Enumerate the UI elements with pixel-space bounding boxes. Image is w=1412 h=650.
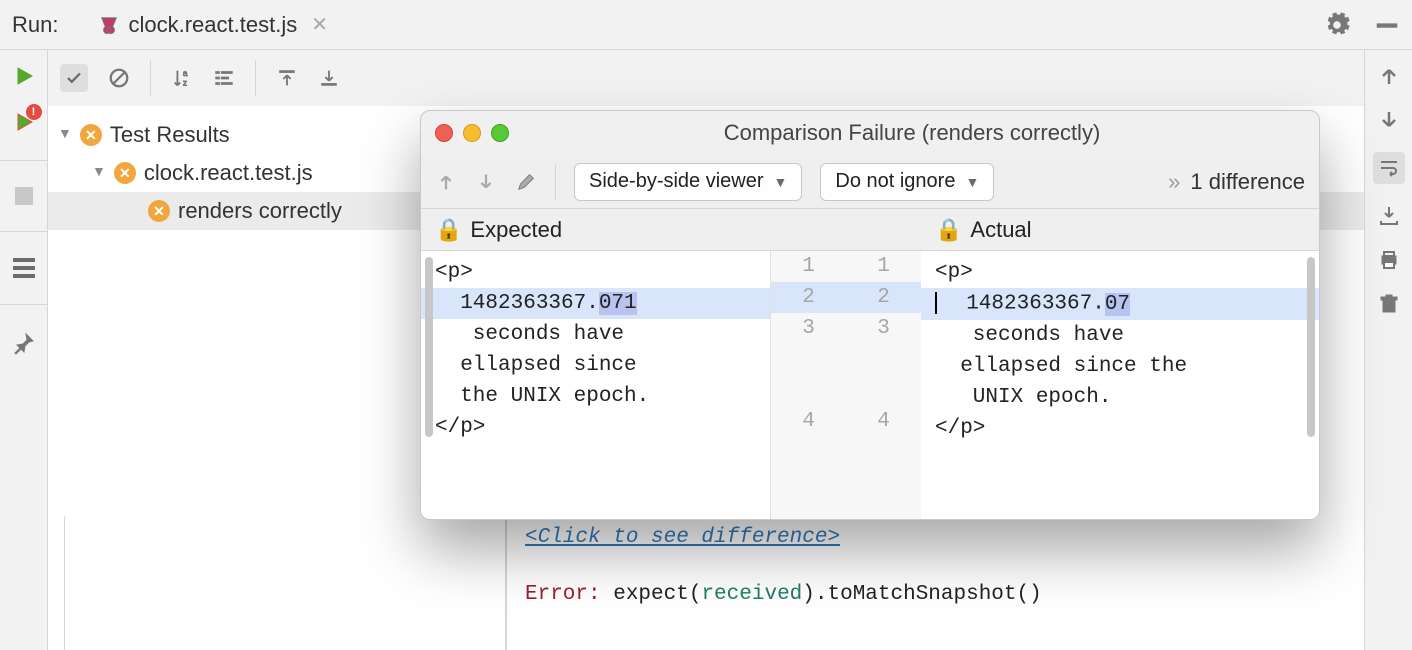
ignore-select-label: Do not ignore [835,170,955,193]
tree-file-label: clock.react.test.js [144,160,313,186]
actual-code[interactable]: <p> 1482363367.07 seconds have ellapsed … [921,251,1319,519]
layout-icon[interactable] [13,258,35,278]
tab-bar: Run: clock.react.test.js ✕ [0,0,1412,50]
line-num: 2 [771,282,846,313]
sort-icon[interactable]: az [171,67,193,89]
diff-count: 1 difference [1190,169,1305,195]
left-toolbar: ! [0,50,48,650]
edit-icon[interactable] [515,171,537,193]
more-icon[interactable]: » [1168,169,1180,195]
scrollbar[interactable] [425,257,433,437]
rerun-failed-icon[interactable]: ! [12,110,36,134]
console-text-1: expect( [601,583,702,606]
check-icon[interactable] [60,64,88,92]
console: <Click to see difference> Error: expect(… [64,516,1364,650]
gear-icon[interactable] [1324,12,1350,38]
line-num: 1 [771,251,846,282]
pin-icon[interactable] [12,331,36,355]
file-tab[interactable]: clock.react.test.js ✕ [86,0,339,49]
code-line: UNIX epoch. [921,382,1319,413]
line-num: 4 [846,406,921,437]
received-text: received [701,583,802,606]
wrap-icon[interactable] [1373,152,1405,184]
expected-code[interactable]: <p> 1482363367.071 seconds have ellapsed… [421,251,771,519]
window-min-icon[interactable] [463,124,481,142]
trash-icon[interactable] [1377,292,1401,316]
code-line: ellapsed since [421,350,770,381]
tree-root-label: Test Results [110,122,230,148]
dialog-titlebar[interactable]: Comparison Failure (renders correctly) [421,111,1319,155]
test-toolbar: az [48,50,1364,106]
line-num: 3 [771,313,846,344]
lock-icon: 🔒 [435,217,462,243]
window-close-icon[interactable] [435,124,453,142]
export-icon[interactable] [1377,204,1401,228]
stop-icon[interactable] [15,187,33,205]
dialog-title: Comparison Failure (renders correctly) [519,120,1305,146]
print-icon[interactable] [1377,248,1401,272]
lock-icon: 🔒 [935,217,962,243]
code-line: ellapsed since the [921,351,1319,382]
diff-body: <p> 1482363367.071 seconds have ellapsed… [421,251,1319,519]
window-max-icon[interactable] [491,124,509,142]
right-toolbar [1364,50,1412,650]
close-icon[interactable]: ✕ [311,12,328,37]
expected-header: Expected [470,217,562,243]
error-label: Error: [525,583,601,606]
code-line: <p> [421,257,770,288]
next-diff-icon[interactable] [475,171,497,193]
tree-test-label: renders correctly [178,198,342,224]
svg-text:z: z [183,78,187,87]
run-label: Run: [12,12,58,38]
line-num: 2 [846,282,921,313]
viewer-select[interactable]: Side-by-side viewer ▼ [574,163,802,201]
expand-up-icon[interactable] [276,67,298,89]
scrollbar[interactable] [1307,257,1315,437]
diff-link[interactable]: <Click to see difference> [525,526,840,549]
arrow-up-icon[interactable] [1377,64,1401,88]
viewer-select-label: Side-by-side viewer [589,170,764,193]
code-line-diff: 1482363367.071 [421,288,770,319]
code-line: the UNIX epoch. [421,381,770,412]
diff-toolbar: Side-by-side viewer ▼ Do not ignore ▼ » … [421,155,1319,209]
jest-icon [98,14,120,36]
ignore-select[interactable]: Do not ignore ▼ [820,163,994,201]
disable-icon[interactable] [108,67,130,89]
code-line-diff: 1482363367.07 [921,288,1319,320]
console-text-2: ).toMatchSnapshot() [802,583,1041,606]
collapse-icon[interactable] [213,67,235,89]
minimize-icon[interactable] [1374,12,1400,38]
code-line: </p> [421,412,770,443]
actual-header: Actual [970,217,1031,243]
code-line: </p> [921,413,1319,444]
code-line: seconds have [421,319,770,350]
run-icon[interactable] [12,64,36,88]
line-numbers: 1 2 3 4 1 2 3 4 [771,251,921,519]
prev-diff-icon[interactable] [435,171,457,193]
line-num: 4 [771,406,846,437]
line-num: 3 [846,313,921,344]
expand-down-icon[interactable] [318,67,340,89]
code-line: seconds have [921,320,1319,351]
file-tab-label: clock.react.test.js [128,12,297,38]
svg-text:a: a [183,69,188,78]
diff-dialog: Comparison Failure (renders correctly) S… [420,110,1320,520]
line-num: 1 [846,251,921,282]
arrow-down-icon[interactable] [1377,108,1401,132]
code-line: <p> [921,257,1319,288]
